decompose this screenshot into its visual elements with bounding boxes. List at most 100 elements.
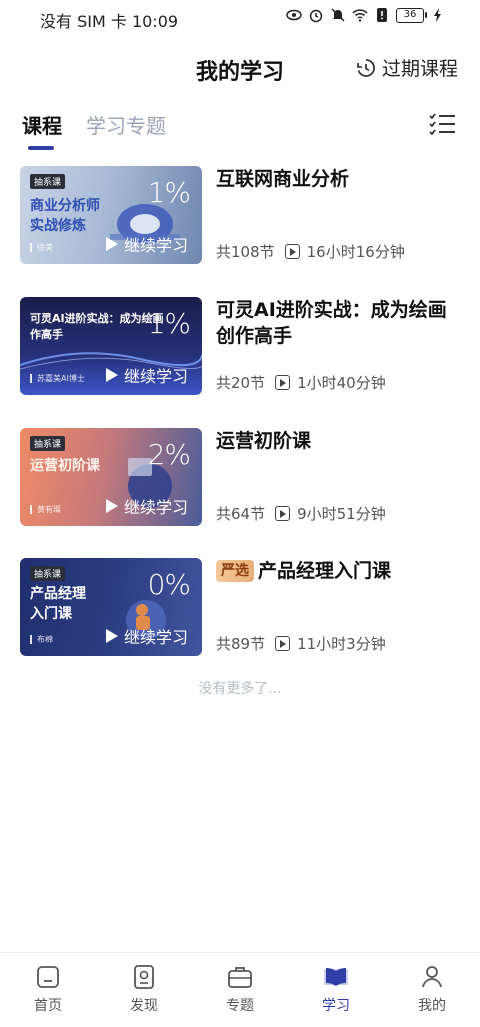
play-icon — [105, 499, 118, 513]
course-meta: 共20节 1小时40分钟 — [216, 372, 386, 393]
course-duration: 9小时51分钟 — [275, 503, 386, 524]
progress-percent: 0% — [147, 568, 191, 601]
bottom-nav: 首页 发现 专题 学习 我的 — [0, 952, 480, 1027]
lesson-count: 共64节 — [216, 505, 266, 523]
thumbnail-author: 徐美 — [30, 243, 53, 252]
wifi-icon — [352, 9, 368, 22]
video-icon — [275, 506, 291, 521]
nav-topics[interactable]: 专题 — [192, 963, 288, 1015]
continue-learning-label: 继续学习 — [123, 628, 188, 647]
thumbnail-title-line-1: 商业分析师 — [30, 198, 100, 214]
course-title: 互联网商业分析 — [216, 168, 350, 190]
nav-home[interactable]: 首页 — [0, 963, 96, 1015]
thumbnail-author: 布棉 — [30, 635, 53, 644]
eye-icon — [286, 9, 302, 21]
continue-learning-label: 继续学习 — [123, 236, 188, 255]
progress-percent: 1% — [147, 307, 191, 340]
briefcase-icon — [228, 967, 252, 988]
alarm-icon — [309, 9, 323, 23]
duration-text: 9小时51分钟 — [297, 505, 386, 523]
nav-discover-label: 发现 — [130, 998, 158, 1014]
continue-learning-label: 继续学习 — [123, 498, 188, 517]
nav-discover[interactable]: 发现 — [96, 963, 192, 1015]
tab-bar: 课程 学习专题 — [0, 104, 480, 154]
premium-badge: 严选 — [216, 560, 254, 582]
course-duration: 1小时40分钟 — [275, 372, 386, 393]
progress-percent: 1% — [147, 176, 191, 209]
lesson-count: 共108节 — [216, 243, 275, 261]
nav-home-label: 首页 — [34, 998, 62, 1014]
continue-learning-button[interactable]: 继续学习 — [105, 494, 188, 518]
nav-profile[interactable]: 我的 — [384, 963, 480, 1015]
home-icon — [37, 966, 59, 988]
course-card[interactable]: 抽系课 商业分析师 实战修炼 徐美 1% 继续学习 互联网商业分析 共108节 … — [20, 166, 460, 264]
no-more-text: 没有更多了... — [198, 681, 282, 697]
nav-profile-label: 我的 — [418, 998, 446, 1014]
clock-history-icon — [357, 58, 375, 77]
course-tag: 抽系课 — [30, 566, 66, 581]
discover-icon — [134, 965, 154, 989]
duration-text: 11小时3分钟 — [297, 635, 386, 653]
alert-icon — [377, 8, 387, 22]
list-check-icon[interactable] — [428, 112, 456, 138]
nav-learning[interactable]: 学习 — [288, 963, 384, 1015]
play-icon — [105, 368, 118, 382]
course-thumbnail[interactable]: 抽系课 商业分析师 实战修炼 徐美 1% 继续学习 — [20, 166, 202, 264]
course-title-row: 严选 产品经理入门课 — [216, 558, 460, 584]
course-thumbnail[interactable]: 抽系课 运营初阶课 黄有璨 2% 继续学习 — [20, 428, 202, 526]
thumbnail-title-line-1: 运营初阶课 — [30, 458, 100, 474]
nav-learning-label: 学习 — [322, 998, 350, 1014]
video-icon — [284, 244, 300, 259]
continue-learning-button[interactable]: 继续学习 — [105, 363, 188, 387]
course-card[interactable]: 抽系课 运营初阶课 黄有璨 2% 继续学习 运营初阶课 共64节 9小时51分钟 — [20, 428, 460, 526]
thumbnail-title-line-2: 作高手 — [30, 328, 63, 341]
duration-text: 16小时16分钟 — [306, 243, 405, 261]
header: 我的学习 过期课程 — [0, 44, 480, 92]
duration-text: 1小时40分钟 — [297, 374, 386, 392]
course-title: 可灵AI进阶实战：成为绘画创作高手 — [216, 299, 447, 347]
status-bar: 没有 SIM 卡 10:09 36 — [0, 0, 480, 36]
battery-icon: 36 — [396, 7, 427, 23]
expired-courses-button[interactable]: 过期课程 — [356, 54, 458, 81]
continue-learning-button[interactable]: 继续学习 — [105, 232, 188, 256]
nav-topics-label: 专题 — [226, 998, 254, 1014]
continue-learning-button[interactable]: 继续学习 — [105, 624, 188, 648]
thumbnail-title-line-2: 实战修炼 — [30, 218, 86, 234]
course-meta: 共108节 16小时16分钟 — [216, 241, 405, 262]
course-meta: 共89节 11小时3分钟 — [216, 633, 386, 654]
progress-percent: 2% — [147, 438, 191, 471]
thumbnail-author: 苏嘉美AI博士 — [30, 374, 85, 383]
course-info: 运营初阶课 共64节 9小时51分钟 — [216, 428, 460, 526]
thumbnail-author: 黄有璨 — [30, 505, 61, 514]
thumbnail-title-line-2: 入门课 — [30, 606, 72, 622]
tab-courses[interactable]: 课程 — [22, 110, 62, 139]
course-duration: 16小时16分钟 — [284, 241, 405, 262]
course-thumbnail[interactable]: 抽系课 产品经理 入门课 布棉 0% 继续学习 — [20, 558, 202, 656]
book-icon — [324, 968, 348, 986]
lesson-count: 共20节 — [216, 374, 266, 392]
status-icons: 36 — [286, 7, 446, 23]
course-info: 互联网商业分析 共108节 16小时16分钟 — [216, 166, 460, 264]
course-title: 产品经理入门课 — [258, 560, 392, 582]
course-tag: 抽系课 — [30, 174, 66, 189]
status-carrier-time: 没有 SIM 卡 10:09 — [40, 12, 179, 31]
expired-courses-label: 过期课程 — [381, 58, 458, 80]
course-duration: 11小时3分钟 — [275, 633, 386, 654]
course-info: 可灵AI进阶实战：成为绘画创作高手 共20节 1小时40分钟 — [216, 297, 460, 395]
play-icon — [105, 237, 118, 251]
lesson-count: 共89节 — [216, 635, 266, 653]
continue-learning-label: 继续学习 — [123, 367, 188, 386]
course-tag: 抽系课 — [30, 436, 66, 451]
course-card[interactable]: 可灵AI进阶实战：成为绘画 作高手 苏嘉美AI博士 1% 继续学习 可灵AI进阶… — [20, 297, 460, 395]
charging-icon — [434, 8, 441, 22]
mute-bell-icon — [331, 8, 345, 22]
course-title: 运营初阶课 — [216, 430, 312, 452]
profile-icon — [422, 966, 442, 988]
course-thumbnail[interactable]: 可灵AI进阶实战：成为绘画 作高手 苏嘉美AI博士 1% 继续学习 — [20, 297, 202, 395]
thumbnail-title-line-1: 产品经理 — [30, 586, 86, 602]
video-icon — [275, 375, 291, 390]
course-info: 严选 产品经理入门课 共89节 11小时3分钟 — [216, 558, 460, 656]
course-card[interactable]: 抽系课 产品经理 入门课 布棉 0% 继续学习 严选 产品经理入门课 共89节 1… — [20, 558, 460, 656]
tab-topics[interactable]: 学习专题 — [86, 110, 166, 139]
play-icon — [105, 629, 118, 643]
